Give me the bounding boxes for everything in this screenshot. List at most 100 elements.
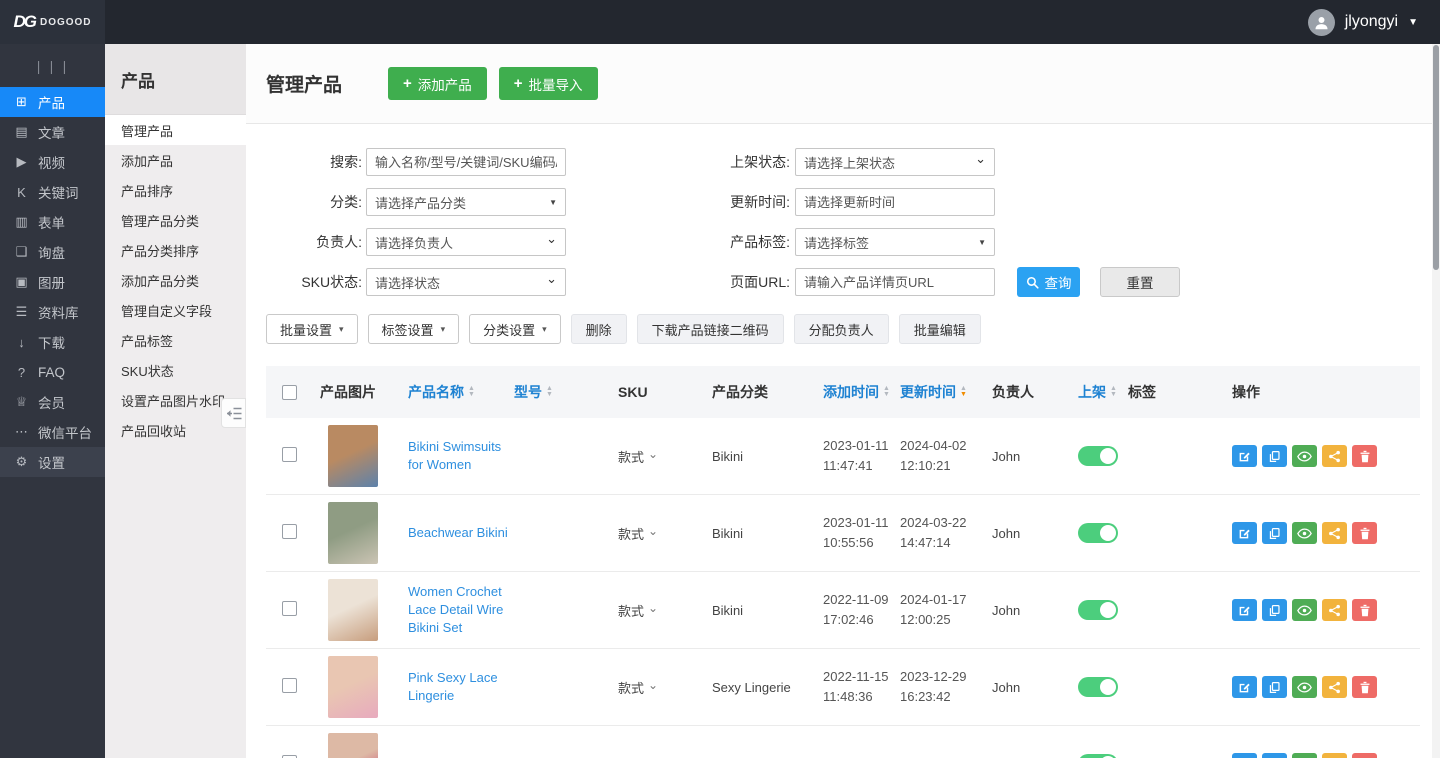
- submenu-item-sku-status[interactable]: SKU状态: [105, 355, 246, 385]
- sidebar-item-forms[interactable]: ▥表单: [0, 207, 105, 237]
- column-header-name[interactable]: 产品名称▲▼: [408, 382, 514, 402]
- sidebar-collapse-icon[interactable]: ❘❘❘: [0, 50, 105, 87]
- copy-button[interactable]: [1262, 753, 1287, 758]
- reset-button[interactable]: 重置: [1100, 267, 1180, 297]
- user-menu[interactable]: jlyongyi ▼: [1308, 9, 1440, 36]
- view-button[interactable]: [1292, 676, 1317, 698]
- product-image[interactable]: [328, 502, 378, 564]
- batch-edit-button[interactable]: 批量编辑: [899, 314, 981, 344]
- delete-button[interactable]: 删除: [571, 314, 627, 344]
- sidebar-item-members[interactable]: ♕会员: [0, 387, 105, 417]
- product-image[interactable]: [328, 656, 378, 718]
- product-name-link[interactable]: Women Crochet Lace Detail Wire Bikini Se…: [408, 583, 508, 638]
- product-name-link[interactable]: Beachwear Bikini: [408, 524, 508, 542]
- delete-button[interactable]: [1352, 676, 1377, 698]
- submenu-item-category-sort[interactable]: 产品分类排序: [105, 235, 246, 265]
- delete-button[interactable]: [1352, 445, 1377, 467]
- assign-owner-button[interactable]: 分配负责人: [794, 314, 889, 344]
- sort-arrows[interactable]: ▲▼: [468, 386, 475, 398]
- column-header-model[interactable]: 型号▲▼: [514, 382, 618, 402]
- publish-toggle[interactable]: [1078, 677, 1118, 697]
- share-button[interactable]: [1322, 599, 1347, 621]
- edit-button[interactable]: [1232, 522, 1257, 544]
- publish-toggle[interactable]: [1078, 754, 1118, 758]
- sidebar-item-settings[interactable]: ⚙设置: [0, 447, 105, 477]
- sidebar-item-downloads[interactable]: ↓下载: [0, 327, 105, 357]
- publish-toggle[interactable]: [1078, 446, 1118, 466]
- submenu-item-manage-categories[interactable]: 管理产品分类: [105, 205, 246, 235]
- share-button[interactable]: [1322, 753, 1347, 758]
- submenu-item-add-product[interactable]: 添加产品: [105, 145, 246, 175]
- product-name-link[interactable]: Pink Sexy Lace Lingerie: [408, 669, 508, 705]
- view-button[interactable]: [1292, 522, 1317, 544]
- row-checkbox[interactable]: [282, 601, 297, 616]
- sidebar-item-faq[interactable]: ?FAQ: [0, 357, 105, 387]
- edit-button[interactable]: [1232, 753, 1257, 758]
- edit-button[interactable]: [1232, 445, 1257, 467]
- add-product-button[interactable]: + 添加产品: [388, 67, 487, 100]
- share-button[interactable]: [1322, 522, 1347, 544]
- sku-styles-toggle[interactable]: 款式⌄: [618, 755, 706, 758]
- sort-arrows[interactable]: ▲▼: [1110, 386, 1117, 398]
- select-all-checkbox[interactable]: [282, 385, 297, 400]
- share-button[interactable]: [1322, 676, 1347, 698]
- copy-button[interactable]: [1262, 522, 1287, 544]
- column-header-updated[interactable]: 更新时间▲▼: [896, 382, 988, 402]
- window-scrollbar[interactable]: [1432, 44, 1440, 758]
- copy-button[interactable]: [1262, 676, 1287, 698]
- sku-styles-toggle[interactable]: 款式⌄: [618, 447, 706, 466]
- column-header-added[interactable]: 添加时间▲▼: [823, 382, 896, 402]
- delete-button[interactable]: [1352, 599, 1377, 621]
- sidebar-item-videos[interactable]: ▶视频: [0, 147, 105, 177]
- submenu-collapse-button[interactable]: [221, 398, 246, 428]
- sidebar-item-library[interactable]: ☰资料库: [0, 297, 105, 327]
- view-button[interactable]: [1292, 599, 1317, 621]
- view-button[interactable]: [1292, 753, 1317, 758]
- row-checkbox[interactable]: [282, 447, 297, 462]
- column-header-status[interactable]: 上架▲▼: [1078, 382, 1128, 402]
- batch-settings-dropdown-button[interactable]: 批量设置▾: [266, 314, 358, 344]
- edit-button[interactable]: [1232, 676, 1257, 698]
- product-image[interactable]: [328, 579, 378, 641]
- sort-arrows[interactable]: ▲▼: [960, 386, 967, 398]
- filter-select-publish-status[interactable]: 请选择上架状态⌄: [795, 148, 995, 176]
- filter-input-search[interactable]: [366, 148, 566, 176]
- sidebar-item-inquiries[interactable]: ❑询盘: [0, 237, 105, 267]
- scrollbar-thumb[interactable]: [1433, 45, 1439, 270]
- sku-styles-toggle[interactable]: 款式⌄: [618, 524, 706, 543]
- filter-select-sku-status[interactable]: 请选择状态⌄: [366, 268, 566, 296]
- row-checkbox[interactable]: [282, 524, 297, 539]
- sort-arrows[interactable]: ▲▼: [883, 386, 890, 398]
- edit-button[interactable]: [1232, 599, 1257, 621]
- sku-styles-toggle[interactable]: 款式⌄: [618, 678, 706, 697]
- filter-select-category[interactable]: 请选择产品分类▼: [366, 188, 566, 216]
- product-image[interactable]: [328, 425, 378, 487]
- submenu-item-product-sort[interactable]: 产品排序: [105, 175, 246, 205]
- tag-settings-dropdown-button[interactable]: 标签设置▾: [368, 314, 460, 344]
- filter-select-owner[interactable]: 请选择负责人⌄: [366, 228, 566, 256]
- submenu-item-custom-fields[interactable]: 管理自定义字段: [105, 295, 246, 325]
- view-button[interactable]: [1292, 445, 1317, 467]
- filter-input-page-url[interactable]: [795, 268, 995, 296]
- copy-button[interactable]: [1262, 445, 1287, 467]
- sort-arrows[interactable]: ▲▼: [546, 386, 553, 398]
- download-qr-button[interactable]: 下载产品链接二维码: [637, 314, 784, 344]
- submenu-item-product-tags[interactable]: 产品标签: [105, 325, 246, 355]
- sku-styles-toggle[interactable]: 款式⌄: [618, 601, 706, 620]
- copy-button[interactable]: [1262, 599, 1287, 621]
- submenu-item-manage-products[interactable]: 管理产品: [105, 115, 246, 145]
- sidebar-item-keywords[interactable]: K关键词: [0, 177, 105, 207]
- sidebar-item-albums[interactable]: ▣图册: [0, 267, 105, 297]
- share-button[interactable]: [1322, 445, 1347, 467]
- submenu-item-add-category[interactable]: 添加产品分类: [105, 265, 246, 295]
- publish-toggle[interactable]: [1078, 523, 1118, 543]
- sidebar-item-products[interactable]: ⊞产品: [0, 87, 105, 117]
- sidebar-item-wechat[interactable]: ⋯微信平台: [0, 417, 105, 447]
- filter-select-product-tag[interactable]: 请选择标签▼: [795, 228, 995, 256]
- filter-input-update-time[interactable]: [795, 188, 995, 216]
- delete-button[interactable]: [1352, 522, 1377, 544]
- product-name-link[interactable]: Bikini Swimsuits for Women: [408, 438, 508, 474]
- publish-toggle[interactable]: [1078, 600, 1118, 620]
- row-checkbox[interactable]: [282, 678, 297, 693]
- product-image[interactable]: [328, 733, 378, 758]
